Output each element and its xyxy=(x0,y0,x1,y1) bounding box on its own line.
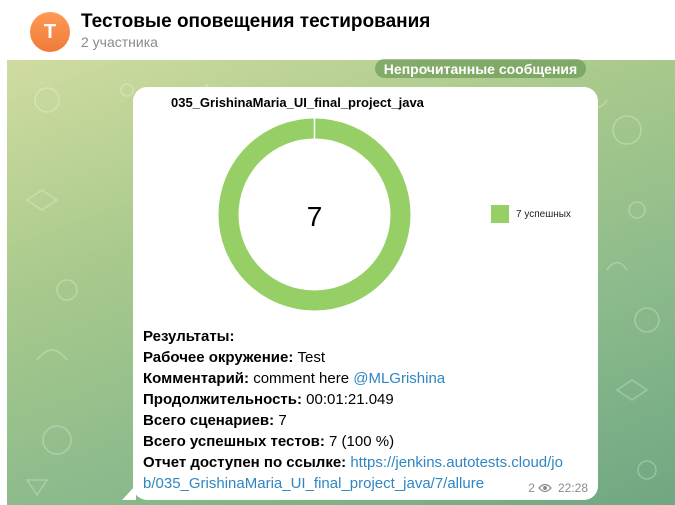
message-bubble[interactable]: 035_GrishinaMaria_UI_final_project_java … xyxy=(133,87,598,500)
env-value: Test xyxy=(297,349,326,366)
views-count: 2 xyxy=(528,481,535,495)
report-link-continued[interactable]: b/035_GrishinaMaria_UI_final_project_jav… xyxy=(143,475,484,492)
chart-legend: 7 успешных xyxy=(491,205,571,223)
participants-count: 2 участника xyxy=(81,34,158,50)
chat-avatar[interactable]: Т xyxy=(30,12,70,52)
env-label: Рабочее окружение: xyxy=(143,349,294,366)
legend-swatch-passed xyxy=(491,205,509,223)
donut-center-value: 7 xyxy=(307,201,323,232)
passed-value: 7 (100 %) xyxy=(329,433,395,450)
unread-messages-divider: Непрочитанные сообщения xyxy=(375,59,586,78)
legend-label-passed: 7 успешных xyxy=(516,208,571,220)
comment-value: comment here xyxy=(253,370,350,387)
message-time: 22:28 xyxy=(557,481,588,495)
comment-label: Комментарий: xyxy=(143,370,250,387)
report-chart-title: 035_GrishinaMaria_UI_final_project_java xyxy=(171,95,424,110)
scenarios-value: 7 xyxy=(278,412,287,429)
results-donut-chart: 7 xyxy=(218,118,411,311)
passed-label: Всего успешных тестов: xyxy=(143,433,325,450)
duration-value: 00:01:21.049 xyxy=(306,391,394,408)
results-label: Результаты: xyxy=(143,328,235,345)
scenarios-label: Всего сценариев: xyxy=(143,412,275,429)
duration-label: Продолжительность: xyxy=(143,391,302,408)
report-link[interactable]: https://jenkins.autotests.cloud/jo xyxy=(350,454,563,471)
message-meta: 2 22:28 xyxy=(528,481,588,495)
chat-title[interactable]: Тестовые оповещения тестирования xyxy=(81,11,430,33)
report-label: Отчет доступен по ссылке: xyxy=(143,454,347,471)
message-text: Результаты: Рабочее окружение: Test Комм… xyxy=(143,326,583,494)
mention-link[interactable]: @MLGrishina xyxy=(353,370,445,387)
eye-icon xyxy=(538,483,552,493)
chat-header: Т Тестовые оповещения тестирования 2 уча… xyxy=(0,0,675,60)
